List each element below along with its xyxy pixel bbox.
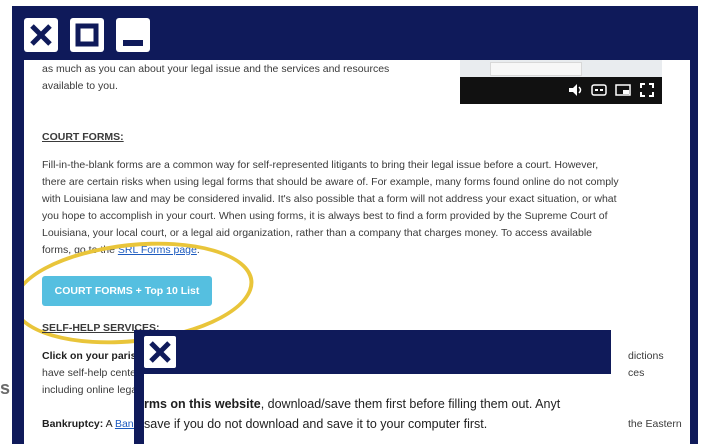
popup-bold-text: rms on this website [144, 397, 261, 411]
popup-text-line: rms on this website, download/save them … [144, 394, 611, 414]
bankruptcy-text-right: the Eastern [628, 418, 682, 430]
close-button[interactable] [24, 18, 58, 52]
minimize-icon [123, 40, 143, 46]
volume-icon[interactable] [566, 81, 584, 99]
intro-text-line: available to you. [42, 80, 118, 92]
side-letter: s [0, 378, 11, 398]
self-help-text-right: dictions [628, 350, 664, 362]
court-forms-line-last: forms, go to the SRL Forms page. [42, 242, 690, 259]
self-help-text-right: ces [628, 367, 645, 379]
popup-text-line: save if you do not download and save it … [144, 417, 488, 431]
maximize-button[interactable] [70, 18, 104, 52]
maximize-icon [75, 23, 99, 47]
court-forms-line-prefix: forms, go to the [42, 244, 118, 256]
popup-window: rms on this website, download/save them … [134, 330, 611, 444]
srl-forms-link[interactable]: SRL Forms page [118, 244, 197, 256]
court-forms-paragraph: Fill-in-the-blank forms are a common way… [42, 157, 690, 259]
close-icon [149, 341, 171, 363]
close-icon [30, 24, 52, 46]
court-forms-line: there are certain risks when using legal… [42, 176, 619, 188]
court-forms-line: Fill-in-the-blank forms are a common way… [42, 159, 599, 171]
video-controls-bar [460, 77, 662, 104]
bankruptcy-text: A [103, 418, 115, 430]
picture-in-picture-icon[interactable] [614, 81, 632, 99]
intro-text-line: as much as you can about your legal issu… [42, 63, 390, 75]
minimize-button[interactable] [116, 18, 150, 52]
court-forms-heading: COURT FORMS: [42, 131, 124, 143]
court-forms-line-suffix: . [196, 244, 200, 256]
bankruptcy-label: Bankruptcy: [42, 418, 104, 430]
fullscreen-icon[interactable] [638, 81, 656, 99]
video-player[interactable] [460, 60, 662, 104]
video-frame-detail [490, 62, 582, 76]
court-forms-button[interactable]: COURT FORMS + Top 10 List [42, 276, 212, 306]
popup-close-button[interactable] [144, 336, 176, 368]
captions-icon[interactable] [590, 81, 608, 99]
popup-body: rms on this website, download/save them … [144, 374, 611, 444]
window-titlebar [12, 6, 698, 60]
court-forms-line: Louisiana, your local court, or a legal … [42, 227, 593, 239]
popup-text: , download/save them first before fillin… [260, 397, 561, 411]
court-forms-line: with Louisiana law and may be considered… [42, 193, 617, 205]
court-forms-line: you hope to accomplish in your court. Wh… [42, 210, 608, 222]
